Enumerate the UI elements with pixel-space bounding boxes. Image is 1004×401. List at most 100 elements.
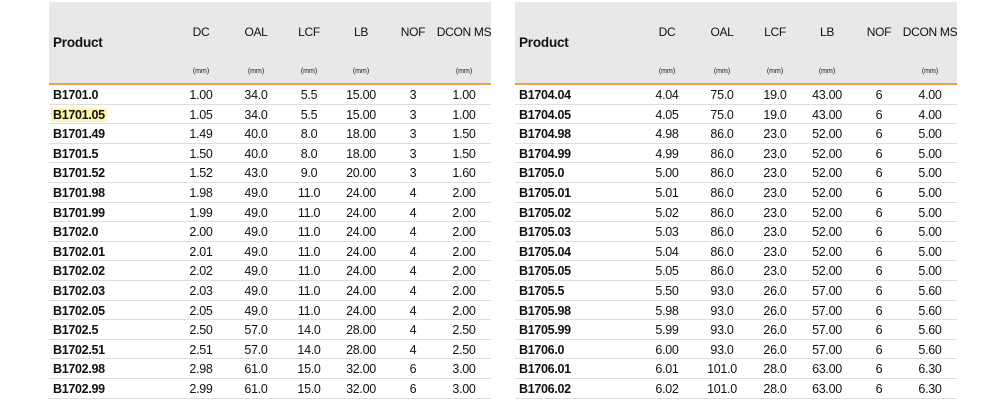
cell-dcon-ms: 5.00 — [918, 166, 942, 181]
cell-lcf: 19.0 — [763, 107, 787, 122]
cell-nof: 6 — [875, 185, 883, 200]
unit-label-dc: (mm) — [658, 68, 676, 75]
cell-lb: 52.00 — [812, 127, 842, 142]
cell-lb: 28.00 — [346, 323, 376, 338]
table-row: B1701.0 1.00 34.0 5.5 15.00 3 1.00 — [49, 85, 491, 105]
cell-dc: 1.52 — [189, 166, 213, 181]
cell-dc: 2.50 — [189, 323, 213, 338]
cell-lb: 63.00 — [812, 362, 842, 377]
cell-dcon-ms: 2.00 — [452, 303, 476, 318]
product-code: B1702.5 — [53, 323, 99, 338]
cell-dcon-ms: 5.60 — [918, 283, 942, 298]
product-code: B1705.04 — [519, 244, 571, 259]
column-header-lcf: LCF — [298, 25, 320, 39]
cell-dc: 2.98 — [189, 362, 213, 377]
cell-dc: 2.05 — [189, 303, 213, 318]
cell-lb: 24.00 — [346, 205, 376, 220]
table-body: B1704.04 4.04 75.0 19.0 43.00 6 4.00 B1704.05 4.… — [515, 85, 957, 399]
cell-lcf: 14.0 — [297, 323, 321, 338]
cell-nof: 6 — [875, 225, 883, 240]
cell-nof: 4 — [409, 303, 417, 318]
product-code: B1701.99 — [53, 205, 105, 220]
table-row: B1705.98 5.98 93.0 26.0 57.00 6 5.60 — [515, 301, 957, 321]
cell-dc: 2.01 — [189, 244, 213, 259]
cell-lb: 24.00 — [346, 225, 376, 240]
table-row: B1701.52 1.52 43.0 9.0 20.00 3 1.60 — [49, 163, 491, 183]
cell-nof: 4 — [409, 205, 417, 220]
cell-dc: 1.00 — [189, 88, 213, 102]
cell-dcon-ms: 2.00 — [452, 244, 476, 259]
table-row: B1704.04 4.04 75.0 19.0 43.00 6 4.00 — [515, 85, 957, 105]
cell-lcf: 8.0 — [300, 146, 318, 161]
cell-dcon-ms: 1.60 — [452, 166, 476, 181]
product-code: B1702.05 — [53, 303, 105, 318]
cell-nof: 3 — [409, 127, 417, 142]
cell-dc: 5.03 — [655, 225, 679, 240]
cell-dcon-ms: 2.00 — [452, 185, 476, 200]
cell-lcf: 23.0 — [763, 146, 787, 161]
cell-lb: 63.00 — [812, 381, 842, 396]
product-code: B1701.05 — [51, 107, 107, 122]
cell-lb: 32.00 — [346, 362, 376, 377]
cell-dcon-ms: 5.00 — [918, 127, 942, 142]
cell-lcf: 9.0 — [300, 166, 318, 181]
cell-nof: 6 — [875, 264, 883, 279]
cell-lb: 18.00 — [346, 127, 376, 142]
cell-dc: 5.01 — [655, 185, 679, 200]
cell-nof: 4 — [409, 342, 417, 357]
table-row: B1705.99 5.99 93.0 26.0 57.00 6 5.60 — [515, 320, 957, 340]
cell-dcon-ms: 3.00 — [452, 381, 476, 396]
cell-dcon-ms: 2.50 — [452, 342, 476, 357]
cell-lcf: 23.0 — [763, 166, 787, 181]
cell-oal: 86.0 — [710, 185, 734, 200]
table-row: B1701.98 1.98 49.0 11.0 24.00 4 2.00 — [49, 183, 491, 203]
cell-dc: 5.02 — [655, 205, 679, 220]
unit-label-lb: (mm) — [352, 68, 370, 75]
product-table-left: Product DC OAL LCF LB NOF DCON MS (mm) (… — [49, 2, 492, 399]
cell-nof: 6 — [875, 342, 883, 357]
cell-oal: 93.0 — [710, 323, 734, 338]
cell-dc: 5.98 — [655, 303, 679, 318]
cell-lcf: 26.0 — [763, 283, 787, 298]
table-row: B1701.49 1.49 40.0 8.0 18.00 3 1.50 — [49, 124, 491, 144]
column-header-oal: OAL — [244, 25, 268, 39]
column-header-nof: NOF — [400, 25, 426, 39]
table-row: B1702.03 2.03 49.0 11.0 24.00 4 2.00 — [49, 281, 491, 301]
table-row: B1705.0 5.00 86.0 23.0 52.00 6 5.00 — [515, 163, 957, 183]
cell-nof: 6 — [409, 381, 417, 396]
cell-lb: 43.00 — [812, 88, 842, 102]
cell-nof: 6 — [875, 107, 883, 122]
cell-dcon-ms: 4.00 — [918, 107, 942, 122]
cell-dc: 5.04 — [655, 244, 679, 259]
cell-lb: 18.00 — [346, 146, 376, 161]
cell-dc: 2.51 — [189, 342, 213, 357]
product-code: B1702.51 — [53, 342, 105, 357]
cell-lb: 24.00 — [346, 264, 376, 279]
cell-dcon-ms: 2.00 — [452, 283, 476, 298]
cell-nof: 4 — [409, 225, 417, 240]
cell-oal: 49.0 — [244, 205, 268, 220]
product-code: B1702.99 — [53, 381, 105, 396]
cell-nof: 6 — [875, 244, 883, 259]
product-code: B1706.01 — [519, 362, 571, 377]
cell-nof: 4 — [409, 323, 417, 338]
table-row: B1706.0 6.00 93.0 26.0 57.00 6 5.60 — [515, 340, 957, 360]
cell-dc: 4.05 — [655, 107, 679, 122]
column-header-dcon-ms: DCON MS — [436, 25, 492, 39]
cell-nof: 6 — [875, 323, 883, 338]
cell-oal: 61.0 — [244, 362, 268, 377]
product-code: B1702.98 — [53, 362, 105, 377]
cell-lcf: 23.0 — [763, 185, 787, 200]
cell-dcon-ms: 1.00 — [452, 88, 476, 102]
cell-dcon-ms: 1.50 — [452, 127, 476, 142]
cell-dc: 6.02 — [655, 381, 679, 396]
cell-dcon-ms: 5.00 — [918, 205, 942, 220]
cell-lb: 43.00 — [812, 107, 842, 122]
cell-dc: 1.50 — [189, 146, 213, 161]
cell-oal: 86.0 — [710, 244, 734, 259]
cell-nof: 6 — [875, 127, 883, 142]
product-code: B1705.02 — [519, 205, 571, 220]
unit-label-dcon-ms: (mm) — [921, 68, 939, 75]
table-row: B1705.01 5.01 86.0 23.0 52.00 6 5.00 — [515, 183, 957, 203]
table-row: B1704.98 4.98 86.0 23.0 52.00 6 5.00 — [515, 124, 957, 144]
